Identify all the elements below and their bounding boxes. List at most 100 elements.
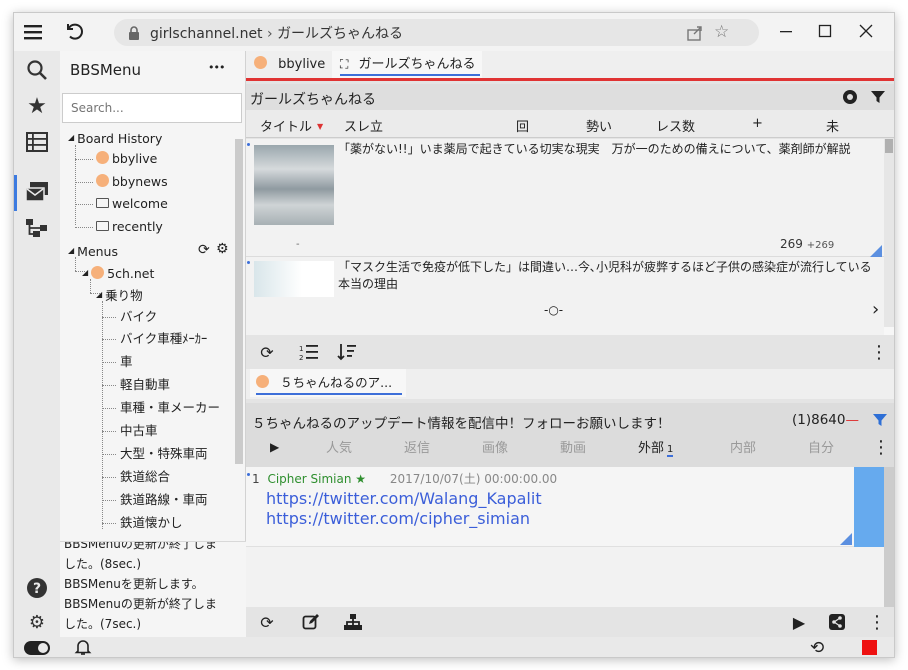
- col-round[interactable]: 回: [516, 116, 529, 135]
- tree-board-item[interactable]: 大型・特殊車両: [120, 444, 208, 464]
- expanded-triangle-icon: ◢: [68, 133, 75, 142]
- post-marker: [247, 473, 250, 476]
- compose-icon[interactable]: [300, 612, 322, 632]
- numbered-list-icon[interactable]: 12: [298, 342, 320, 362]
- thread-more-icon[interactable]: ⋮: [872, 437, 890, 458]
- tree-board-item[interactable]: バイク車種ﾒｰｶｰ: [120, 329, 207, 349]
- tree-board-item[interactable]: 車: [120, 352, 133, 372]
- col-plus[interactable]: +: [752, 116, 763, 131]
- tree-board-item[interactable]: 中古車: [120, 421, 158, 441]
- tab-bbylive[interactable]: bbylive: [254, 51, 325, 78]
- post-scroll-indicator[interactable]: [854, 467, 884, 547]
- thread-row[interactable]: 「薬がない!!」いま薬局で起きている切実な現実 万が一のための備えについて、薬剤…: [246, 139, 884, 257]
- hierarchy-icon[interactable]: [342, 612, 364, 632]
- filter-external[interactable]: 外部 1: [638, 437, 674, 457]
- active-tab-underline: [256, 393, 402, 395]
- log-line: BBSMenuの更新が終了しま: [64, 597, 217, 611]
- tree-history-item[interactable]: recently: [96, 217, 163, 237]
- share-page-icon[interactable]: [686, 24, 704, 42]
- filter-replies[interactable]: 返信: [404, 437, 430, 456]
- thread-count: (1)8640: [792, 412, 846, 428]
- col-title[interactable]: タイトル ▼: [260, 116, 323, 135]
- col-created[interactable]: スレ立: [344, 116, 383, 135]
- post-link[interactable]: https://twitter.com/cipher_simian: [266, 509, 530, 528]
- bbsmenu-icon[interactable]: [22, 177, 52, 207]
- stop-button[interactable]: [862, 640, 877, 655]
- tree-board-item[interactable]: 軽自動車: [120, 375, 170, 395]
- hamburger-menu-icon[interactable]: [22, 21, 44, 43]
- play-filter-icon[interactable]: ▶: [270, 440, 279, 454]
- tree-scrollbar[interactable]: [235, 139, 243, 464]
- site-label: 5ch.net: [107, 266, 155, 281]
- board-search-input[interactable]: [63, 94, 241, 122]
- refresh-icon[interactable]: ⟳: [256, 342, 278, 362]
- tree-history-item[interactable]: bbylive: [96, 149, 157, 169]
- col-unread[interactable]: 未: [826, 116, 839, 135]
- bookmark-star-icon[interactable]: ☆: [714, 23, 732, 41]
- maximize-icon[interactable]: [811, 17, 839, 45]
- col-momentum[interactable]: 勢い: [586, 116, 612, 135]
- notification-bell-icon[interactable]: [74, 638, 92, 656]
- thread-header: ５ちゃんねるのアップデート情報を配信中！フォローお願いします！ (1)8640—…: [246, 403, 894, 467]
- search-icon[interactable]: [22, 55, 52, 85]
- filter-internal[interactable]: 内部: [730, 437, 756, 456]
- board-tree: ◢ Board History bbylive bbynews welcome r…: [60, 129, 236, 529]
- reload-icon[interactable]: [62, 19, 86, 43]
- tree-board-item[interactable]: 鉄道総合: [120, 467, 170, 487]
- tree-structure-icon[interactable]: [22, 213, 52, 243]
- reload-thread-icon[interactable]: ⟳: [256, 612, 278, 632]
- tree-history-item[interactable]: welcome: [96, 194, 168, 214]
- tab-girlschannel[interactable]: ⛶ ガールズちゃんねる: [332, 51, 482, 78]
- log-line: した。(8sec.): [64, 557, 142, 571]
- menus-settings-icon[interactable]: ⚙: [216, 241, 229, 257]
- minus-icon: —: [845, 412, 859, 428]
- filter-icon[interactable]: [870, 90, 886, 106]
- svg-text:2: 2: [299, 354, 303, 361]
- thread-title: 「薬がない!!」いま薬局で起きている切実な現実 万が一のための備えについて、薬剤…: [338, 142, 851, 156]
- sync-icon[interactable]: ⟲: [810, 638, 824, 657]
- settings-gear-icon[interactable]: ⚙: [22, 607, 52, 637]
- help-icon[interactable]: ?: [22, 573, 52, 603]
- tree-site-5ch[interactable]: ◢ 5ch.net: [82, 263, 154, 283]
- filter-videos[interactable]: 動画: [560, 437, 586, 456]
- tree-board-history[interactable]: ◢ Board History: [68, 129, 162, 148]
- row-marker: [247, 143, 250, 146]
- tree-board-item[interactable]: バイク: [120, 307, 157, 327]
- col-res-count[interactable]: レス数: [656, 116, 695, 135]
- log-line: した。(7sec.): [64, 617, 142, 631]
- play-icon[interactable]: ▶: [788, 612, 810, 632]
- filter-popular[interactable]: 人気: [326, 437, 352, 456]
- post-author[interactable]: Cipher Simian ★: [267, 472, 366, 486]
- refresh-menus-icon[interactable]: ⟳: [198, 242, 210, 258]
- filter-images[interactable]: 画像: [482, 437, 508, 456]
- thread-tab[interactable]: ５ちゃんねるのア...: [250, 369, 406, 397]
- post-number[interactable]: 1: [252, 472, 260, 486]
- tree-board-item[interactable]: 車種・車メーカー: [120, 398, 220, 418]
- sort-icon[interactable]: [336, 342, 358, 362]
- tree-board-item[interactable]: 鉄道懐かし: [120, 513, 183, 529]
- toggle-switch[interactable]: [24, 641, 50, 655]
- thread-filter-icon[interactable]: [872, 413, 888, 429]
- post-scrollbar[interactable]: [884, 467, 894, 607]
- minimize-icon[interactable]: [772, 17, 800, 45]
- tree-board-item[interactable]: 鉄道路線・車両: [120, 490, 208, 510]
- tree-history-item[interactable]: bbynews: [96, 172, 168, 192]
- thread-tab-bar: ５ちゃんねるのア...: [246, 369, 894, 399]
- filter-mine[interactable]: 自分: [808, 437, 834, 456]
- close-icon[interactable]: [852, 17, 880, 45]
- tree-category[interactable]: ◢ 乗り物: [96, 285, 143, 305]
- more-vertical-icon[interactable]: ⋮: [868, 342, 890, 363]
- post-link[interactable]: https://twitter.com/Walang_Kapalit: [266, 489, 542, 508]
- board-options-icon[interactable]: [842, 89, 858, 105]
- thread-list-scrollbar[interactable]: [884, 139, 894, 327]
- panel-more-button[interactable]: •••: [208, 61, 225, 74]
- share-icon[interactable]: [826, 612, 848, 632]
- favorites-star-icon[interactable]: ★: [22, 91, 52, 121]
- more-threads-icon[interactable]: -○-: [544, 303, 563, 317]
- tab-label: ガールズちゃんねる: [358, 57, 476, 72]
- board-list-icon[interactable]: [22, 127, 52, 157]
- more-options-icon[interactable]: ⋮: [866, 612, 888, 633]
- corner-marker: [840, 533, 852, 545]
- next-icon[interactable]: ›: [872, 299, 879, 320]
- thread-row[interactable]: 「マスク生活で免疫が低下した」は間違い…今､小児科が疲弊するほど子供の感染症が流…: [246, 257, 884, 335]
